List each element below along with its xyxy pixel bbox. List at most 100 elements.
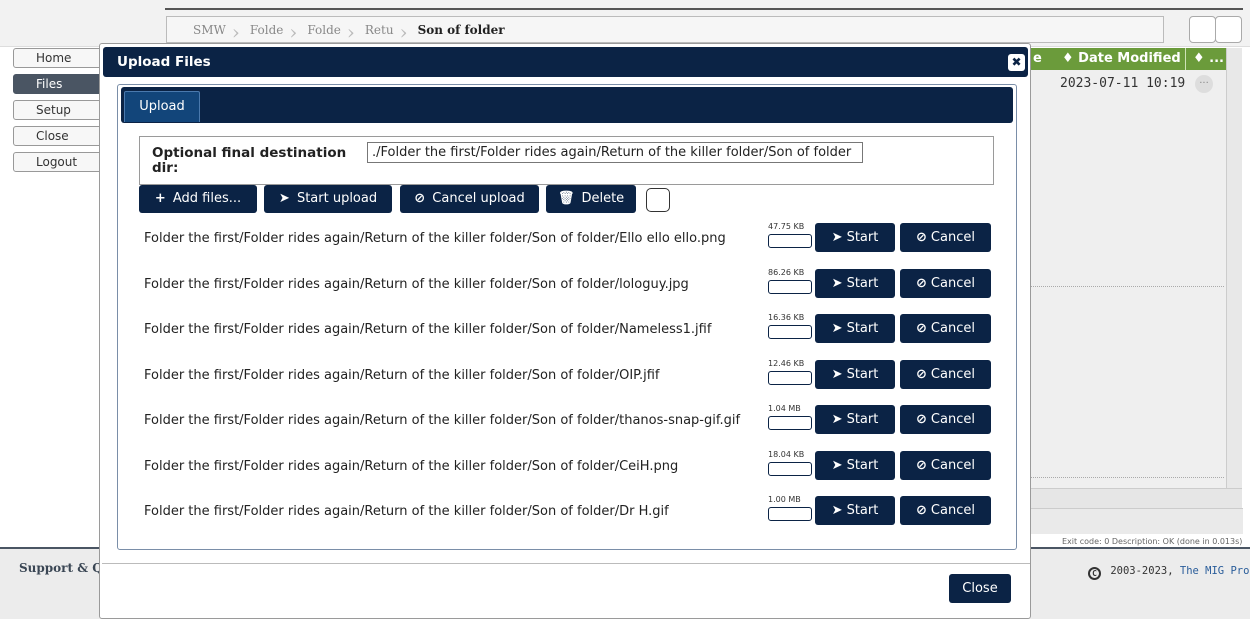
dialog-title: Upload Files [117, 54, 211, 70]
file-name: Folder the first/Folder rides again/Retu… [144, 504, 669, 519]
start-button[interactable]: ➤ Start [815, 405, 895, 434]
file-progress-bar [768, 234, 812, 248]
breadcrumb-item-folder-2[interactable]: Folde [293, 20, 354, 44]
file-size: 16.36 KB [768, 313, 805, 322]
file-progress-bar [768, 370, 812, 385]
column-separator [1185, 48, 1186, 70]
file-row: Folder the first/Folder rides again/Retu… [118, 313, 1018, 345]
toolbar-square-button-2[interactable] [1215, 16, 1242, 43]
trash-icon: 🗑 [557, 191, 575, 206]
cancel-upload-button[interactable]: ⊘ Cancel upload [400, 185, 539, 213]
start-upload-button[interactable]: ➤ Start upload [264, 185, 392, 213]
start-button[interactable]: ➤ Start [815, 223, 895, 252]
ban-icon: ⊘ [916, 321, 927, 336]
file-list-panel [1017, 48, 1242, 508]
dialog-divider [102, 563, 1030, 564]
column-header-date-modified[interactable]: ♦ Date Modified [1062, 51, 1181, 66]
file-name: Folder the first/Folder rides again/Retu… [144, 322, 712, 337]
file-progress-bar [768, 279, 812, 294]
play-circle-icon: ➤ [831, 412, 843, 427]
ban-icon: ⊘ [916, 412, 927, 427]
cancel-button[interactable]: ⊘ Cancel [900, 496, 991, 525]
file-progress-bar [768, 461, 812, 476]
breadcrumb-item-return[interactable]: Retu [351, 20, 407, 44]
file-progress-bar [768, 325, 812, 339]
cancel-button[interactable]: ⊘ Cancel [900, 450, 991, 480]
play-circle-icon: ➤ [831, 457, 843, 473]
toolbar-square-button-1[interactable] [1189, 16, 1216, 43]
start-button[interactable]: ➤ Start [815, 359, 895, 389]
play-circle-icon: ➤ [831, 366, 843, 382]
file-size: 18.04 KB [768, 449, 805, 459]
close-button[interactable]: Close [949, 574, 1011, 603]
list-divider [1019, 286, 1224, 287]
start-button[interactable]: ➤ Start [815, 268, 895, 298]
file-progress-bar [768, 507, 812, 521]
play-circle-icon: ➤ [831, 230, 843, 245]
file-size: 1.00 MB [768, 495, 801, 504]
play-circle-icon: ➤ [278, 191, 290, 206]
cancel-button[interactable]: ⊘ Cancel [900, 359, 991, 389]
breadcrumb-item-current[interactable]: Son of folder [404, 23, 515, 37]
cancel-button[interactable]: ⊘ Cancel [900, 268, 991, 298]
close-icon[interactable]: ✖ [1008, 54, 1025, 71]
select-all-checkbox[interactable] [646, 188, 670, 212]
sidebar-item-files[interactable]: Files [13, 74, 103, 94]
file-size: 12.46 KB [768, 358, 805, 368]
delete-button[interactable]: 🗑 Delete [546, 185, 636, 213]
sidebar: Home Files Setup Close Logout [13, 48, 103, 178]
destination-box: Optional final destination dir: [139, 136, 994, 185]
file-row: Folder the first/Folder rides again/Retu… [118, 268, 1018, 300]
ban-icon: ⊘ [916, 230, 927, 245]
file-row: Folder the first/Folder rides again/Retu… [118, 450, 1018, 482]
file-row: Folder the first/Folder rides again/Retu… [118, 359, 1018, 391]
column-header-more[interactable]: ♦ ... [1193, 51, 1224, 66]
vertical-scrollbar[interactable] [1226, 48, 1242, 488]
horizontal-scrollbar[interactable] [1018, 488, 1242, 508]
list-divider [1019, 477, 1224, 478]
play-circle-icon: ➤ [831, 503, 843, 518]
start-button[interactable]: ➤ Start [815, 450, 895, 480]
date-modified-value: 2023-07-11 10:19 [1060, 76, 1186, 91]
copyright-notice: C 2003-2023, The MIG Project [1088, 565, 1250, 580]
tab-bar: Upload [121, 87, 1013, 123]
copyright-years: 2003-2023, [1110, 565, 1174, 577]
more-options-icon[interactable]: ... [1195, 75, 1213, 93]
status-bar: e. [1018, 508, 1243, 534]
top-divider [165, 8, 1243, 10]
file-name: Folder the first/Folder rides again/Retu… [144, 231, 726, 246]
copyright-icon: C [1088, 567, 1101, 580]
file-name: Folder the first/Folder rides again/Retu… [144, 413, 741, 428]
support-link[interactable]: Support & Qu [19, 561, 111, 575]
cancel-button[interactable]: ⊘ Cancel [900, 223, 991, 252]
cancel-button[interactable]: ⊘ Cancel [900, 314, 991, 343]
sidebar-item-setup[interactable]: Setup [13, 100, 103, 120]
file-name: Folder the first/Folder rides again/Retu… [144, 367, 660, 383]
breadcrumb-item-folder-1[interactable]: Folde [236, 20, 297, 44]
file-name: Folder the first/Folder rides again/Retu… [144, 276, 689, 292]
destination-dir-input[interactable] [367, 142, 863, 163]
plus-icon: + [154, 191, 166, 206]
file-size: 47.75 KB [768, 222, 805, 231]
sidebar-item-logout[interactable]: Logout [13, 152, 103, 172]
file-name: Folder the first/Folder rides again/Retu… [144, 458, 679, 474]
play-circle-icon: ➤ [831, 275, 843, 291]
ban-icon: ⊘ [916, 457, 927, 473]
file-progress-bar [768, 416, 812, 430]
ban-icon: ⊘ [916, 503, 927, 518]
file-size: 1.04 MB [768, 404, 801, 413]
file-size: 86.26 KB [768, 267, 805, 277]
mig-project-link[interactable]: The MIG Project [1180, 565, 1250, 577]
sidebar-item-home[interactable]: Home [13, 48, 103, 68]
breadcrumb-item-smw[interactable]: SMW [179, 20, 240, 44]
start-button[interactable]: ➤ Start [815, 314, 895, 343]
sidebar-item-close[interactable]: Close [13, 126, 103, 146]
add-files-button[interactable]: + Add files... [139, 185, 257, 213]
start-button[interactable]: ➤ Start [815, 496, 895, 525]
exit-code-text: Exit code: 0 Description: OK (done in 0.… [1062, 537, 1243, 546]
tab-upload[interactable]: Upload [124, 91, 200, 122]
dialog-titlebar: Upload Files ✖ [103, 47, 1028, 77]
cancel-button[interactable]: ⊘ Cancel [900, 405, 991, 434]
play-circle-icon: ➤ [831, 321, 843, 336]
file-list-header: e ♦ Date Modified ♦ ... [1017, 48, 1226, 70]
